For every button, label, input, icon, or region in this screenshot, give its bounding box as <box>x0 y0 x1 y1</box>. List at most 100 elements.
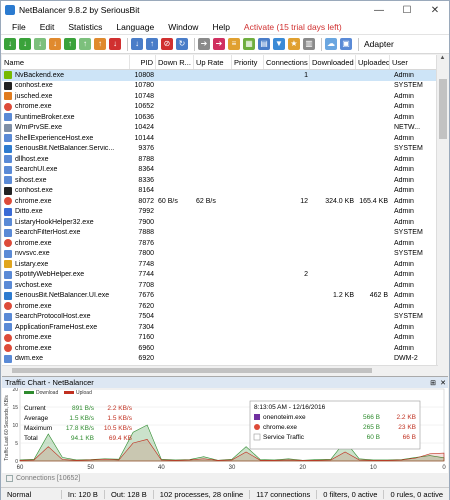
column-header-connections[interactable]: Connections <box>264 55 310 69</box>
close-button[interactable]: ✕ <box>421 1 449 19</box>
process-icon <box>4 354 12 363</box>
status-bar: Normal In: 120 B Out: 128 B 102 processe… <box>1 487 449 500</box>
table-row[interactable]: SearchFilterHost.exe 7888 SYSTEM <box>2 228 438 239</box>
block-download-icon[interactable]: ↓ <box>109 38 121 50</box>
table-row[interactable]: RuntimeBroker.exe 10636 Admin <box>2 112 438 123</box>
table-row[interactable]: SeriousBit.NetBalancer.UI.exe 7676 1.2 KB 4… <box>2 291 438 302</box>
table-row[interactable]: chrome.exe 8072 60 B/s 62 B/s 12 324.0 KB 165.… <box>2 196 438 207</box>
priority-highest-download-icon[interactable]: ↓ <box>4 38 16 50</box>
adapter-label[interactable]: Adapter <box>364 39 394 49</box>
forward-icon[interactable]: ➔ <box>198 38 210 50</box>
priority-normal-download-icon[interactable]: ↓ <box>34 38 46 50</box>
process-icon <box>4 81 12 90</box>
table-row[interactable]: dwm.exe 6920 DWM-2 <box>2 354 438 365</box>
process-icon <box>4 344 12 353</box>
process-icon <box>4 281 12 290</box>
table-row[interactable]: WmiPrvSE.exe 10424 NETW... <box>2 123 438 134</box>
column-header-pid[interactable]: PID <box>130 55 156 69</box>
maximize-button[interactable]: ☐ <box>393 1 421 19</box>
table-row[interactable]: ShellExperienceHost.exe 10144 Admin <box>2 133 438 144</box>
column-header-user[interactable]: User <box>390 55 438 69</box>
table-row[interactable]: Listary.exe 7748 Admin <box>2 259 438 270</box>
priority-high-upload-icon[interactable]: ↑ <box>79 38 91 50</box>
connections-tab[interactable]: Connections [10652] <box>2 473 448 484</box>
table-row[interactable]: SpotifyWebHelper.exe 7744 2 Admin <box>2 270 438 281</box>
minimize-button[interactable]: — <box>365 1 393 19</box>
reset-icon[interactable]: ↻ <box>176 38 188 50</box>
filter-arrow-icon[interactable]: ➔ <box>213 38 225 50</box>
table-row[interactable]: ApplicationFrameHost.exe 7304 Admin <box>2 322 438 333</box>
table-row[interactable]: SearchProtocolHost.exe 7504 SYSTEM <box>2 312 438 323</box>
column-header-downloaded[interactable]: Downloaded <box>310 55 356 69</box>
table-row[interactable]: chrome.exe 10652 Admin <box>2 102 438 113</box>
scroll-up-icon[interactable]: ▲ <box>437 55 448 65</box>
column-header-priority[interactable]: Priority <box>232 55 264 69</box>
table-row[interactable]: chrome.exe 7620 Admin <box>2 301 438 312</box>
table-row[interactable]: SearchUI.exe 8364 Admin <box>2 165 438 176</box>
statistics-icon[interactable]: ▦ <box>243 38 255 50</box>
activate-link[interactable]: Activate (15 trial days left) <box>237 22 349 32</box>
menu-statistics[interactable]: Statistics <box>61 22 109 32</box>
tooltip-process-name: onenoteim.exe <box>263 414 306 421</box>
limit-download-icon[interactable]: ↓ <box>131 38 143 50</box>
hscroll-thumb[interactable] <box>12 368 372 373</box>
limit-upload-icon[interactable]: ↑ <box>146 38 158 50</box>
stat-up: 69.4 KB <box>109 435 132 442</box>
process-name: SeriousBit.NetBalancer.Servic... <box>15 145 115 153</box>
table-row[interactable]: chrome.exe 7160 Admin <box>2 333 438 344</box>
vertical-scrollbar[interactable]: ▲ <box>436 55 448 365</box>
table-row[interactable]: dllhost.exe 8788 Admin <box>2 154 438 165</box>
adapter-icon[interactable]: ▣ <box>340 38 352 50</box>
table-row[interactable]: conhost.exe 8164 Admin <box>2 186 438 197</box>
menu-window[interactable]: Window <box>161 22 205 32</box>
x-tick-label: 60 <box>17 465 24 471</box>
table-row[interactable]: ListaryHookHelper32.exe 7900 Admin <box>2 217 438 228</box>
column-header-name[interactable]: Name <box>2 55 130 69</box>
horizontal-scrollbar[interactable] <box>2 365 438 374</box>
process-icon <box>4 218 12 227</box>
menu-language[interactable]: Language <box>109 22 161 32</box>
process-name: Listary.exe <box>15 260 49 268</box>
priority-low-upload-icon[interactable]: ↑ <box>94 38 106 50</box>
table-row[interactable]: nvvsvc.exe 7800 SYSTEM <box>2 249 438 260</box>
stat-up: 2.2 KB/s <box>107 405 132 412</box>
table-row[interactable]: conhost.exe 10780 SYSTEM <box>2 81 438 92</box>
status-mode[interactable]: Normal <box>1 489 62 499</box>
process-pid: 8364 <box>138 166 154 174</box>
table-row[interactable]: NvBackend.exe 10808 1 Admin <box>2 70 438 81</box>
block-icon[interactable]: ⊘ <box>161 38 173 50</box>
column-header-uploaded[interactable]: Uploaded <box>356 55 390 69</box>
traffic-chart-icon[interactable]: ▤ <box>258 38 270 50</box>
priority-low-download-icon[interactable]: ↓ <box>49 38 61 50</box>
pin-icon[interactable]: ⊞ <box>428 379 438 387</box>
table-row[interactable]: chrome.exe 6960 Admin <box>2 343 438 354</box>
tooltip-up: 66 B <box>403 434 416 441</box>
table-row[interactable]: svchost.exe 7708 Admin <box>2 280 438 291</box>
priority-high-download-icon[interactable]: ↓ <box>19 38 31 50</box>
column-header-down-rate[interactable]: Down R... <box>156 55 194 69</box>
process-user: SYSTEM <box>394 250 423 258</box>
columns-icon[interactable]: ▥ <box>303 38 315 50</box>
table-row[interactable]: SeriousBit.NetBalancer.Servic... 9376 SYST… <box>2 144 438 155</box>
process-name-cell: chrome.exe <box>2 239 130 248</box>
table-row[interactable]: sihost.exe 8336 Admin <box>2 175 438 186</box>
table-row[interactable]: chrome.exe 7876 Admin <box>2 238 438 249</box>
table-row[interactable]: Ditto.exe 7992 Admin <box>2 207 438 218</box>
settings-icon[interactable]: ★ <box>288 38 300 50</box>
filter-icon[interactable]: ▼ <box>273 38 285 50</box>
chart-close-icon[interactable]: ✕ <box>438 379 448 387</box>
menu-edit[interactable]: Edit <box>33 22 62 32</box>
process-icon <box>4 92 12 101</box>
status-out: Out: 128 B <box>105 489 154 499</box>
column-header-up-rate[interactable]: Up Rate <box>194 55 232 69</box>
table-row[interactable]: jusched.exe 10748 Admin <box>2 91 438 102</box>
process-user: Admin <box>394 334 414 342</box>
rules-icon[interactable]: ≡ <box>228 38 240 50</box>
toolbar-separator <box>321 37 322 51</box>
menu-file[interactable]: File <box>5 22 33 32</box>
tooltip-down: 60 B <box>367 434 380 441</box>
scroll-thumb[interactable] <box>439 79 447 139</box>
menu-help[interactable]: Help <box>205 22 236 32</box>
priority-highest-upload-icon[interactable]: ↑ <box>64 38 76 50</box>
cloud-icon[interactable]: ☁ <box>325 38 337 50</box>
